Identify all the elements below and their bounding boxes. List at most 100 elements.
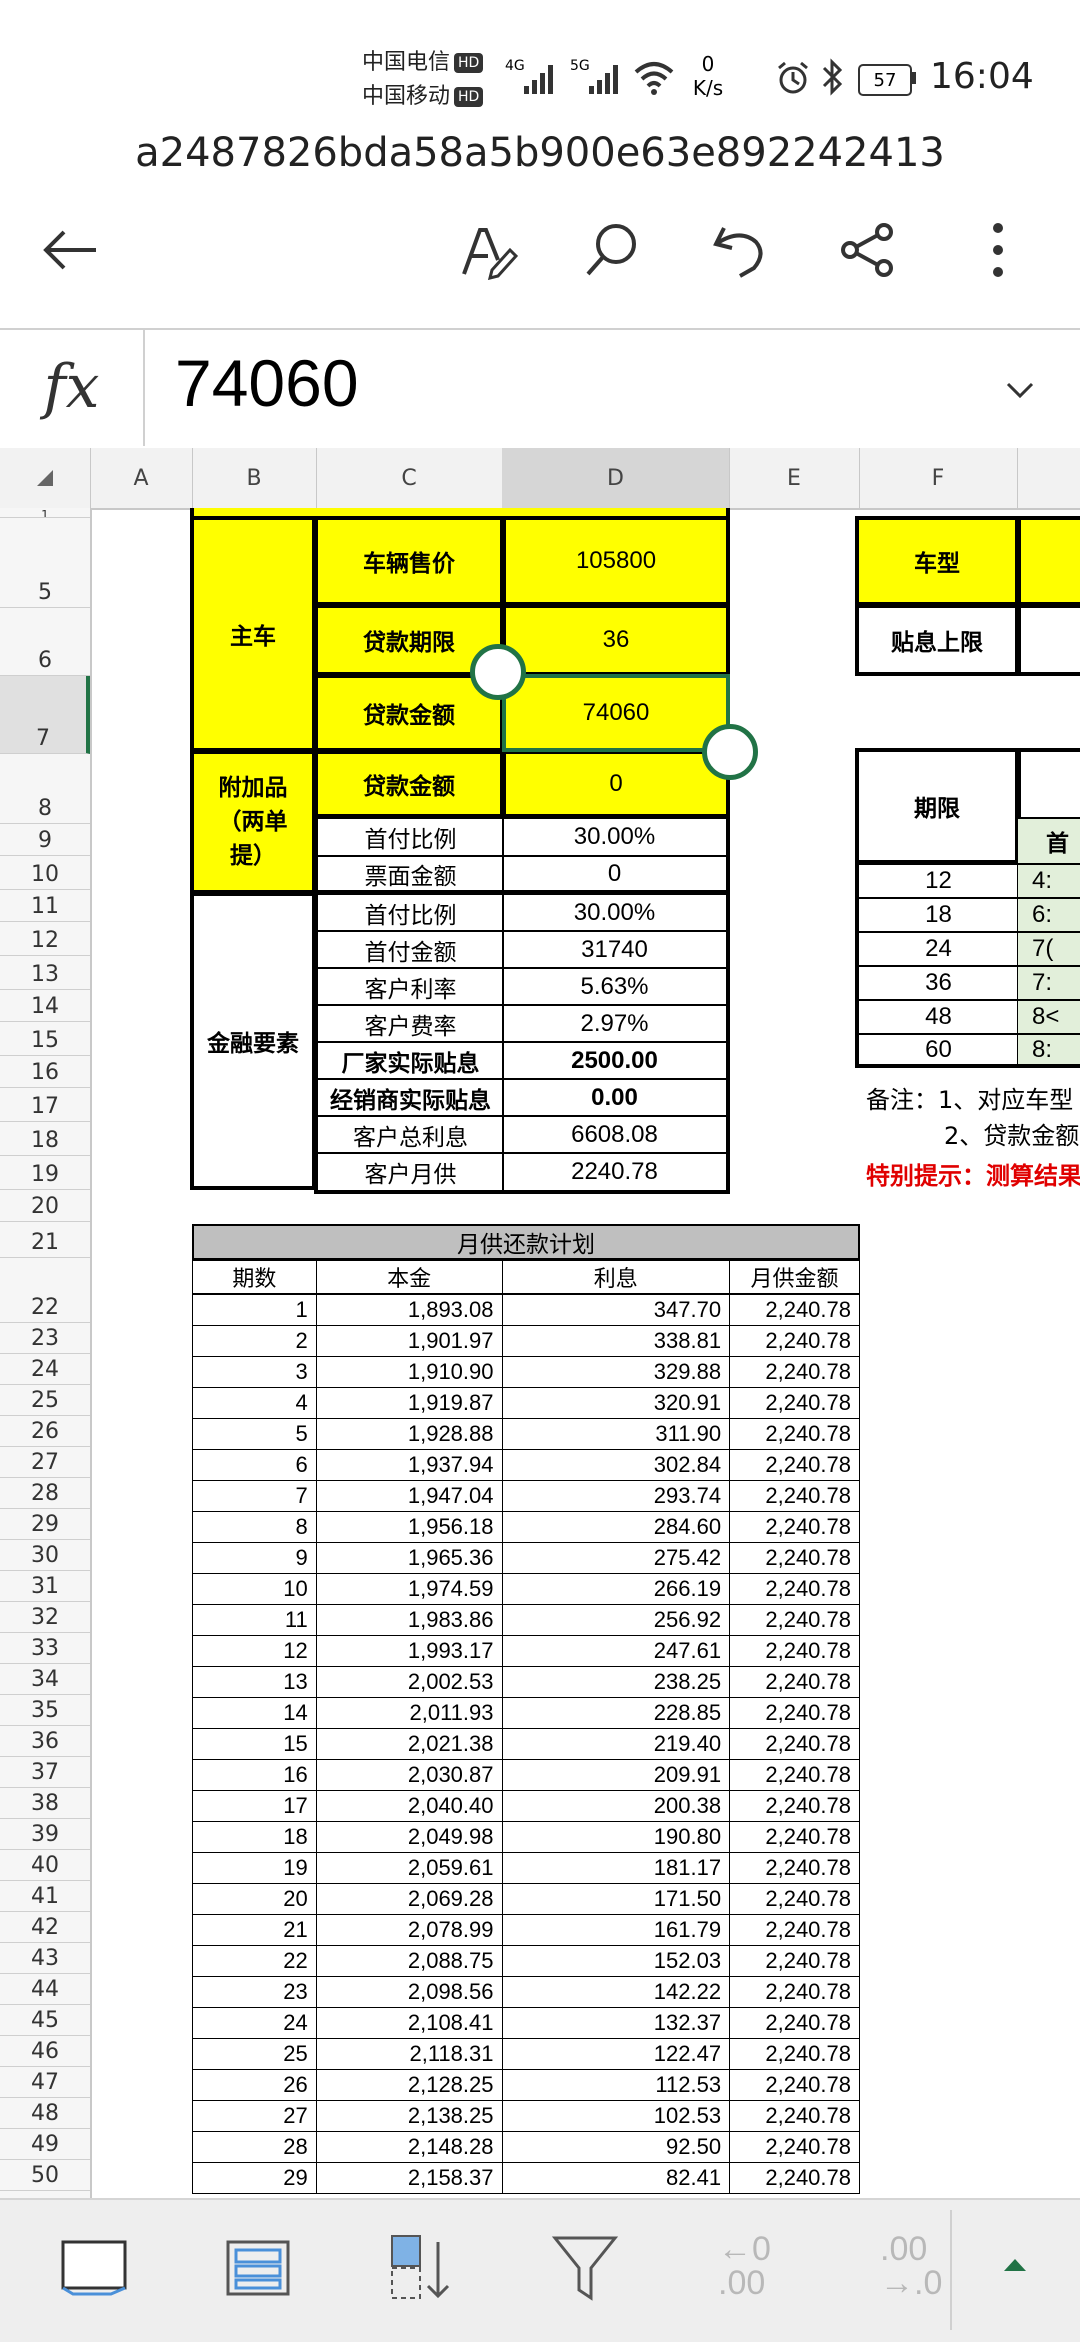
row-header[interactable]: 48 [0,2098,90,2129]
row-header[interactable]: 11 [0,890,90,922]
row-header[interactable]: 30 [0,1540,90,1571]
car-model-value[interactable] [1017,516,1080,606]
schedule-cell[interactable]: 2,030.87 [315,1758,503,1791]
row-header[interactable]: 13 [0,956,90,990]
column-header-a[interactable]: A [90,448,193,508]
schedule-cell[interactable]: 329.88 [501,1355,731,1388]
schedule-cell[interactable]: 92.50 [501,2130,731,2163]
schedule-cell[interactable]: 13 [192,1665,317,1698]
column-header-e[interactable]: E [729,448,860,508]
finance-value-cell[interactable]: 2500.00 [502,1042,730,1079]
schedule-cell[interactable]: 2,240.78 [729,1603,860,1636]
schedule-cell[interactable]: 82.41 [501,2161,731,2194]
row-header[interactable]: 44 [0,1974,90,2005]
row-header[interactable]: 45 [0,2005,90,2036]
schedule-cell[interactable]: 2,040.40 [315,1789,503,1822]
schedule-cell[interactable]: 293.74 [501,1479,731,1512]
schedule-cell[interactable]: 2,148.28 [315,2130,503,2163]
row-header[interactable]: 40 [0,1850,90,1881]
row-header[interactable]: 19 [0,1156,90,1190]
schedule-cell[interactable]: 16 [192,1758,317,1791]
schedule-cell[interactable]: 275.42 [501,1541,731,1574]
schedule-cell[interactable]: 2,240.78 [729,1324,860,1357]
schedule-cell[interactable]: 29 [192,2161,317,2194]
schedule-cell[interactable]: 2,059.61 [315,1851,503,1884]
schedule-cell[interactable]: 2,240.78 [729,1820,860,1853]
schedule-cell[interactable]: 23 [192,1975,317,2008]
schedule-cell[interactable]: 1,947.04 [315,1479,503,1512]
schedule-cell[interactable]: 2,240.78 [729,1882,860,1915]
schedule-cell[interactable]: 200.38 [501,1789,731,1822]
schedule-cell[interactable]: 181.17 [501,1851,731,1884]
schedule-cell[interactable]: 1,993.17 [315,1634,503,1667]
schedule-cell[interactable]: 2,240.78 [729,1758,860,1791]
addon-label[interactable]: 附加品（两单提） [190,750,316,894]
schedule-cell[interactable]: 2,240.78 [729,1417,860,1450]
share-button[interactable] [828,210,908,290]
row-header[interactable]: 28 [0,1478,90,1509]
side-term-cell[interactable]: 24 [855,932,1019,966]
schedule-cell[interactable]: 1,965.36 [315,1541,503,1574]
row-header[interactable]: 37 [0,1757,90,1788]
column-header-next[interactable] [1017,448,1080,508]
finance-label-cell[interactable]: 厂家实际贴息 [314,1042,504,1079]
formula-value[interactable]: 74060 [175,345,359,421]
addon-down-value[interactable]: 30.00% [502,818,730,856]
schedule-cell[interactable]: 2,049.98 [315,1820,503,1853]
row-header[interactable]: 25 [0,1385,90,1416]
schedule-cell[interactable]: 24 [192,2006,317,2039]
column-header-b[interactable]: B [192,448,317,508]
expand-formula-button[interactable] [990,360,1050,420]
row-header[interactable]: 23 [0,1323,90,1354]
schedule-cell[interactable]: 2,240.78 [729,1851,860,1884]
finance-label-cell[interactable]: 经销商实际贴息 [314,1079,504,1116]
schedule-cell[interactable]: 2,240.78 [729,1727,860,1760]
row-header[interactable]: 42 [0,1912,90,1943]
side-value-cell[interactable]: 4: [1017,864,1080,898]
car-model-label[interactable]: 车型 [855,516,1019,606]
finance-label-cell[interactable]: 首付比例 [314,894,504,931]
schedule-cell[interactable]: 256.92 [501,1603,731,1636]
schedule-cell[interactable]: 1,974.59 [315,1572,503,1605]
schedule-cell[interactable]: 2,240.78 [729,2161,860,2194]
row-header[interactable]: 50 [0,2160,90,2191]
schedule-header-cell[interactable]: 期数 [192,1260,317,1295]
note-line-1[interactable]: 备注：1、对应车型 [866,1080,1073,1115]
schedule-header-cell[interactable]: 本金 [315,1260,503,1295]
row-header[interactable]: 8 [0,754,90,824]
schedule-cell[interactable]: 1,956.18 [315,1510,503,1543]
schedule-cell[interactable]: 19 [192,1851,317,1884]
schedule-cell[interactable]: 2,098.56 [315,1975,503,2008]
schedule-cell[interactable]: 102.53 [501,2099,731,2132]
schedule-cell[interactable]: 2,240.78 [729,1572,860,1605]
row-header[interactable]: 17 [0,1088,90,1122]
freeze-panes-button[interactable] [218,2228,298,2308]
schedule-cell[interactable]: 122.47 [501,2037,731,2070]
row-header[interactable]: 29 [0,1509,90,1540]
row-header[interactable]: 24 [0,1354,90,1385]
expand-toolbar-button[interactable] [990,2245,1040,2285]
sort-button[interactable] [380,2228,460,2308]
schedule-cell[interactable]: 2,088.75 [315,1944,503,1977]
side-term-cell[interactable]: 36 [855,966,1019,1000]
row-header[interactable]: 15 [0,1022,90,1056]
subsidy-cap-value[interactable] [1017,604,1080,676]
schedule-cell[interactable]: 2,108.41 [315,2006,503,2039]
row-header[interactable]: 33 [0,1633,90,1664]
schedule-cell[interactable]: 28 [192,2130,317,2163]
schedule-cell[interactable]: 15 [192,1727,317,1760]
schedule-cell[interactable]: 228.85 [501,1696,731,1729]
schedule-cell[interactable]: 209.91 [501,1758,731,1791]
schedule-cell[interactable]: 2,240.78 [729,2037,860,2070]
loan-term-value[interactable]: 36 [502,604,730,676]
schedule-cell[interactable]: 311.90 [501,1417,731,1450]
schedule-cell[interactable]: 2,240.78 [729,1386,860,1419]
schedule-cell[interactable]: 27 [192,2099,317,2132]
row-header[interactable]: 43 [0,1943,90,1974]
schedule-cell[interactable]: 4 [192,1386,317,1419]
row-header[interactable]: 1 [0,508,90,518]
finance-value-cell[interactable]: 31740 [502,931,730,968]
schedule-cell[interactable]: 3 [192,1355,317,1388]
schedule-cell[interactable]: 302.84 [501,1448,731,1481]
schedule-cell[interactable]: 26 [192,2068,317,2101]
